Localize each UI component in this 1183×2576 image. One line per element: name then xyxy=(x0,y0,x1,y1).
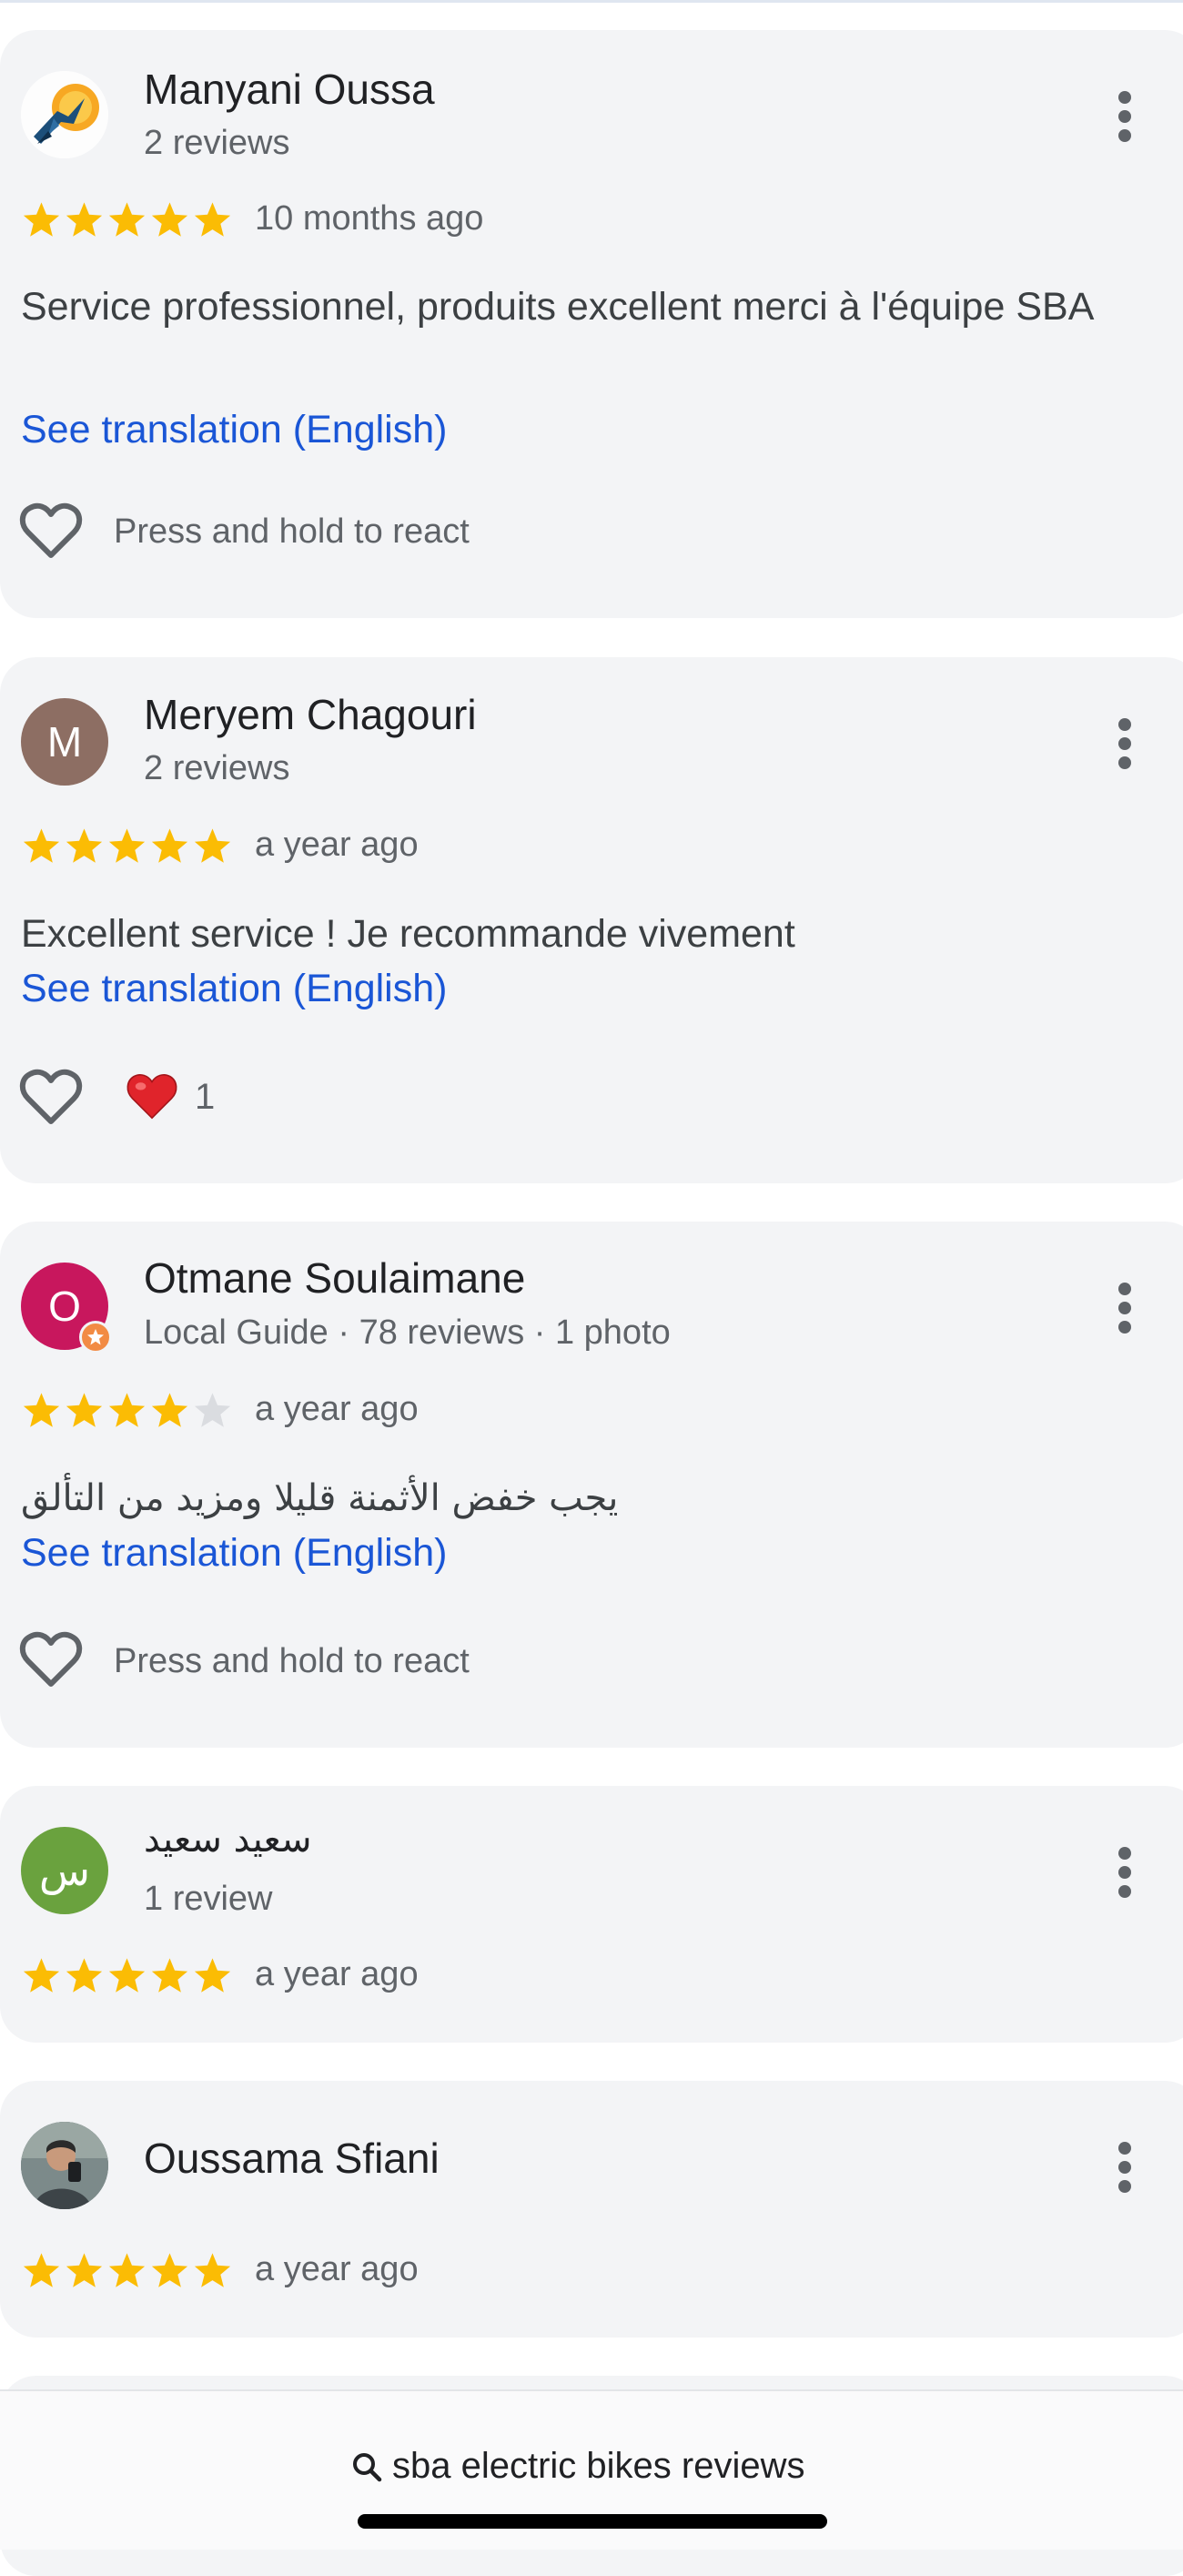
more-options-icon[interactable] xyxy=(1107,1272,1143,1344)
review-time: a year ago xyxy=(255,1955,419,1993)
star-filled-icon xyxy=(66,1393,103,1427)
star-filled-icon xyxy=(194,202,231,237)
review-card: س سعيد سعيد 1 review a year ago xyxy=(0,1786,1183,2043)
red-heart-icon xyxy=(126,1074,177,1120)
star-filled-icon xyxy=(151,202,188,237)
avatar[interactable]: M xyxy=(21,698,108,786)
star-filled-icon xyxy=(194,2253,231,2287)
star-filled-icon xyxy=(194,828,231,863)
reviewer-meta: Local Guide · 78 reviews · 1 photo xyxy=(144,1313,671,1352)
star-rating xyxy=(20,2250,234,2290)
avatar[interactable] xyxy=(21,2122,108,2209)
star-filled-icon xyxy=(66,1958,103,1993)
more-options-icon[interactable] xyxy=(1107,2131,1143,2204)
review-card: Oussama Sfiani a year ago xyxy=(0,2081,1183,2338)
avatar[interactable] xyxy=(21,71,108,158)
review-text: Excellent service ! Je recommande viveme… xyxy=(21,912,795,956)
reviewer-meta: 2 reviews xyxy=(144,124,290,162)
reviewer-name[interactable]: Meryem Chagouri xyxy=(144,690,477,739)
avatar[interactable]: O xyxy=(21,1263,112,1354)
react-hint: Press and hold to react xyxy=(114,1642,470,1680)
search-query-text: sba electric bikes reviews xyxy=(392,2446,805,2486)
top-divider xyxy=(0,0,1183,3)
review-card: O Otmane Soulaimane Local Guide · 78 rev… xyxy=(0,1222,1183,1748)
star-filled-icon xyxy=(23,202,60,237)
review-card: Manyani Oussa 2 reviews 10 months ago Se… xyxy=(0,30,1183,618)
bottom-search-bar: sba electric bikes reviews xyxy=(0,2389,1183,2550)
reaction-count: 1 xyxy=(195,1076,216,1117)
review-text: Service professionnel, produits excellen… xyxy=(21,285,1095,329)
star-filled-icon xyxy=(23,828,60,863)
review-time: 10 months ago xyxy=(255,199,484,238)
star-filled-icon xyxy=(151,1958,188,1993)
star-empty-icon xyxy=(194,1393,231,1427)
reviewer-name[interactable]: سعيد سعيد xyxy=(144,1819,311,1861)
reaction-summary[interactable]: 1 xyxy=(126,1072,215,1121)
star-filled-icon xyxy=(66,202,103,237)
reviewer-meta: 2 reviews xyxy=(144,749,290,787)
see-translation-link[interactable]: See translation (English) xyxy=(21,967,447,1011)
more-options-icon[interactable] xyxy=(1107,707,1143,780)
review-text: يجب خفض الأثمنة قليلا ومزيد من التألق xyxy=(21,1477,619,1519)
avatar-letter: س xyxy=(38,1846,91,1895)
star-filled-icon xyxy=(66,828,103,863)
heart-icon[interactable] xyxy=(18,499,84,564)
star-filled-icon xyxy=(23,1958,60,1993)
home-indicator[interactable] xyxy=(358,2514,827,2529)
avatar[interactable]: س xyxy=(21,1827,108,1914)
review-time: a year ago xyxy=(255,826,419,864)
reviewer-name[interactable]: Otmane Soulaimane xyxy=(144,1253,525,1303)
review-card: M Meryem Chagouri 2 reviews a year ago E… xyxy=(0,657,1183,1183)
reviewer-name[interactable]: Manyani Oussa xyxy=(144,65,435,114)
star-filled-icon xyxy=(108,1958,146,1993)
review-time: a year ago xyxy=(255,1390,419,1428)
star-filled-icon xyxy=(151,1393,188,1427)
star-rating xyxy=(20,1390,234,1430)
star-filled-icon xyxy=(108,1393,146,1427)
react-hint: Press and hold to react xyxy=(114,512,470,551)
reviewer-name[interactable]: Oussama Sfiani xyxy=(144,2134,440,2183)
review-time: a year ago xyxy=(255,2250,419,2288)
see-translation-link[interactable]: See translation (English) xyxy=(21,1531,447,1576)
star-filled-icon xyxy=(151,2253,188,2287)
star-filled-icon xyxy=(151,828,188,863)
more-options-icon[interactable] xyxy=(1107,80,1143,153)
star-filled-icon xyxy=(194,1958,231,1993)
star-rating xyxy=(20,826,234,866)
star-rating xyxy=(20,1955,234,1995)
star-filled-icon xyxy=(23,2253,60,2287)
search-icon xyxy=(353,2452,382,2481)
heart-icon[interactable] xyxy=(18,1628,84,1693)
profile-photo-icon xyxy=(21,2122,108,2209)
bird-logo-icon xyxy=(21,71,108,158)
avatar-letter: O xyxy=(48,1283,81,1330)
star-filled-icon xyxy=(108,828,146,863)
star-filled-icon xyxy=(23,1393,60,1427)
local-guide-badge-icon xyxy=(79,1321,112,1354)
more-options-icon[interactable] xyxy=(1107,1836,1143,1909)
see-translation-link[interactable]: See translation (English) xyxy=(21,408,447,452)
star-filled-icon xyxy=(108,202,146,237)
star-filled-icon xyxy=(66,2253,103,2287)
heart-icon[interactable] xyxy=(18,1065,84,1131)
avatar-letter: M xyxy=(46,718,83,766)
star-filled-icon xyxy=(108,2253,146,2287)
search-query-button[interactable]: sba electric bikes reviews xyxy=(350,2446,805,2487)
star-rating xyxy=(20,199,234,239)
reviewer-meta: 1 review xyxy=(144,1880,273,1918)
